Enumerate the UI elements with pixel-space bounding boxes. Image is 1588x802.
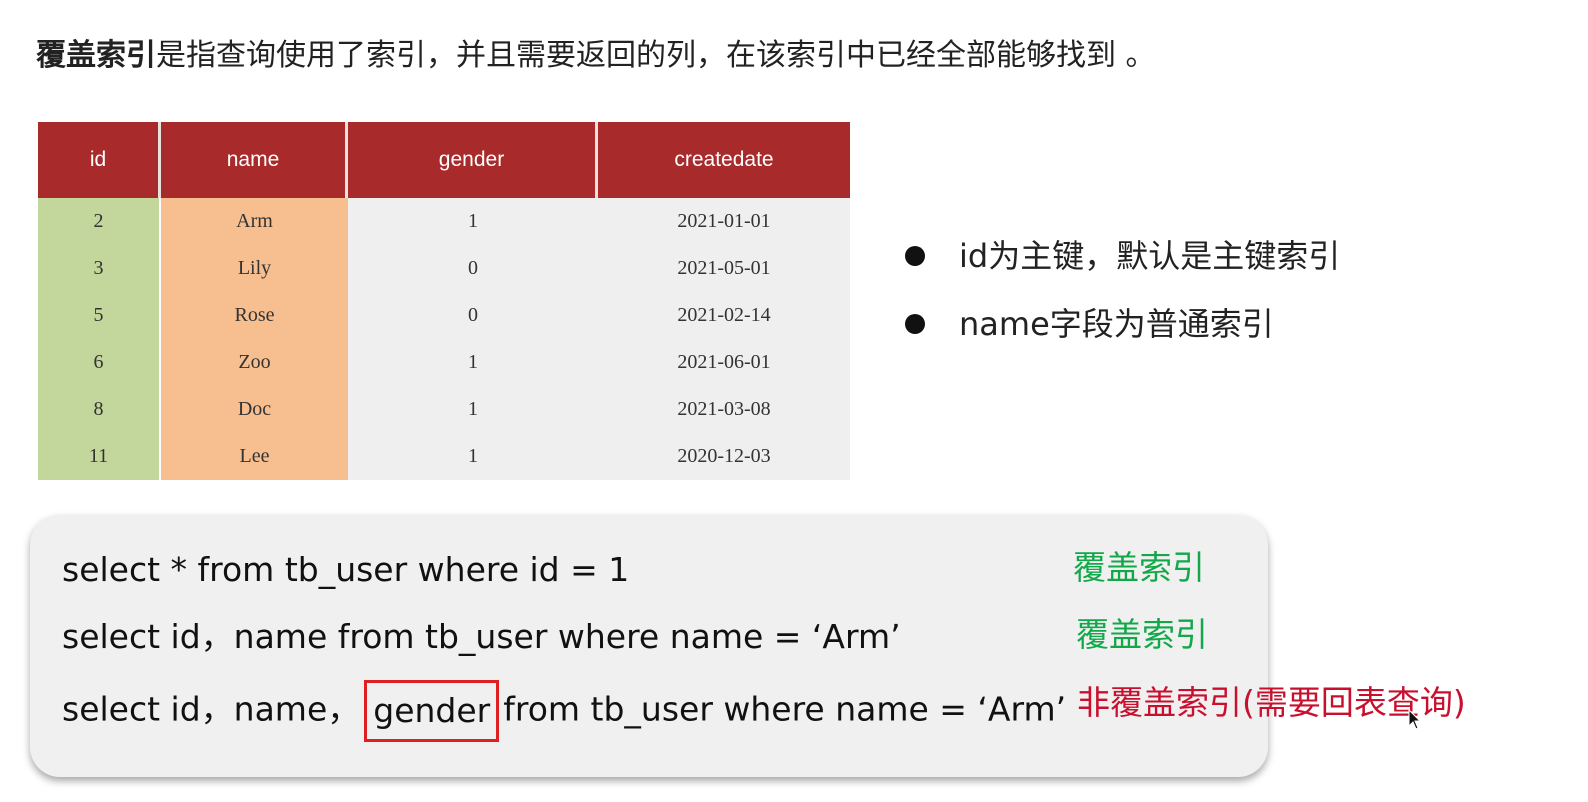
- mouse-pointer-icon: [1408, 709, 1422, 730]
- table-row: 8 Doc 1 2021-03-08: [38, 386, 850, 433]
- table-row: 5 Rose 0 2021-02-14: [38, 292, 850, 339]
- heading-definition: 是指查询使用了索引，并且需要返回的列，在该索引中已经全部能够找到 。: [156, 38, 1156, 73]
- table-row: 2 Arm 1 2021-01-01: [38, 198, 850, 245]
- list-item: id为主键，默认是主键索引: [905, 222, 1340, 290]
- page-heading: 覆盖索引是指查询使用了索引，并且需要返回的列，在该索引中已经全部能够找到 。: [36, 30, 1156, 82]
- cell-createdate: 2021-01-01: [598, 198, 850, 245]
- sql-query-3: select id，name， gender from tb_user where …: [62, 680, 1067, 742]
- cell-createdate: 2021-03-08: [598, 386, 850, 433]
- note-name-index: name字段为普通索引: [959, 305, 1274, 343]
- table-header-row: id name gender createdate: [38, 122, 850, 198]
- cell-name: Arm: [161, 198, 348, 245]
- column-header-id: id: [38, 122, 161, 198]
- query-1-tag: 覆盖索引: [1073, 548, 1205, 587]
- index-notes: id为主键，默认是主键索引 name字段为普通索引: [905, 222, 1340, 358]
- cell-createdate: 2021-05-01: [598, 245, 850, 292]
- cell-name: Lee: [161, 433, 348, 480]
- table-row: 11 Lee 1 2020-12-03: [38, 433, 850, 480]
- cell-gender: 1: [348, 386, 598, 433]
- cell-name: Zoo: [161, 339, 348, 386]
- sql-text: select * from tb_user where id = 1: [62, 550, 630, 589]
- cell-id: 8: [38, 386, 161, 433]
- query-2-tag: 覆盖索引: [1076, 615, 1208, 654]
- cell-gender: 1: [348, 198, 598, 245]
- cell-id: 5: [38, 292, 161, 339]
- cell-name: Doc: [161, 386, 348, 433]
- sql-text: select id，name from tb_user where name =…: [62, 617, 901, 656]
- cell-createdate: 2021-02-14: [598, 292, 850, 339]
- cell-createdate: 2021-06-01: [598, 339, 850, 386]
- bullet-icon: [905, 246, 925, 266]
- list-item: name字段为普通索引: [905, 290, 1340, 358]
- sql-text-rest: from tb_user where name = ‘Arm’: [503, 689, 1067, 729]
- cell-gender: 0: [348, 292, 598, 339]
- column-header-createdate: createdate: [598, 122, 850, 198]
- sql-query-2: select id，name from tb_user where name =…: [62, 612, 901, 662]
- cell-name: Rose: [161, 292, 348, 339]
- gender-column-highlight: gender: [364, 680, 500, 742]
- note-primary-key: id为主键，默认是主键索引: [959, 237, 1341, 275]
- cell-gender: 1: [348, 339, 598, 386]
- cell-createdate: 2020-12-03: [598, 433, 850, 480]
- table-row: 6 Zoo 1 2021-06-01: [38, 339, 850, 386]
- user-table: id name gender createdate 2 Arm 1 2021-0…: [38, 122, 850, 480]
- cell-gender: 0: [348, 245, 598, 292]
- cell-id: 3: [38, 245, 161, 292]
- cell-gender: 1: [348, 433, 598, 480]
- table-row: 3 Lily 0 2021-05-01: [38, 245, 850, 292]
- bullet-icon: [905, 314, 925, 334]
- cell-name: Lily: [161, 245, 348, 292]
- column-header-gender: gender: [348, 122, 598, 198]
- heading-term: 覆盖索引: [36, 38, 156, 73]
- cell-id: 2: [38, 198, 161, 245]
- column-header-name: name: [161, 122, 348, 198]
- sql-text: select id，name，: [62, 689, 361, 729]
- cell-id: 11: [38, 433, 161, 480]
- cell-id: 6: [38, 339, 161, 386]
- sql-query-1: select * from tb_user where id = 1: [62, 545, 629, 595]
